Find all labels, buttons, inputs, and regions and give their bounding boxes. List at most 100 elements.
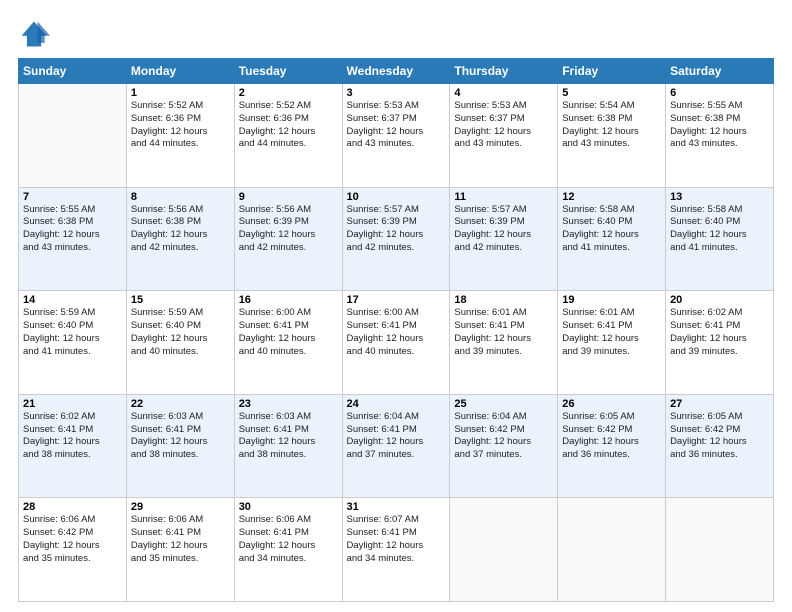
calendar-cell: 7Sunrise: 5:55 AMSunset: 6:38 PMDaylight… xyxy=(19,187,127,291)
day-detail: Sunrise: 6:00 AMSunset: 6:41 PMDaylight:… xyxy=(239,307,338,358)
day-number: 7 xyxy=(23,191,122,203)
calendar-cell: 27Sunrise: 6:05 AMSunset: 6:42 PMDayligh… xyxy=(666,394,774,498)
page: SundayMondayTuesdayWednesdayThursdayFrid… xyxy=(0,0,792,612)
calendar-cell: 22Sunrise: 6:03 AMSunset: 6:41 PMDayligh… xyxy=(126,394,234,498)
day-detail: Sunrise: 6:06 AMSunset: 6:42 PMDaylight:… xyxy=(23,514,122,565)
day-number: 11 xyxy=(454,191,553,203)
calendar-cell: 2Sunrise: 5:52 AMSunset: 6:36 PMDaylight… xyxy=(234,84,342,188)
calendar-cell: 1Sunrise: 5:52 AMSunset: 6:36 PMDaylight… xyxy=(126,84,234,188)
weekday-header: Sunday xyxy=(19,59,127,84)
day-number: 13 xyxy=(670,191,769,203)
calendar-week-row: 21Sunrise: 6:02 AMSunset: 6:41 PMDayligh… xyxy=(19,394,774,498)
calendar-cell: 28Sunrise: 6:06 AMSunset: 6:42 PMDayligh… xyxy=(19,498,127,602)
day-detail: Sunrise: 6:00 AMSunset: 6:41 PMDaylight:… xyxy=(347,307,446,358)
day-detail: Sunrise: 5:53 AMSunset: 6:37 PMDaylight:… xyxy=(347,100,446,151)
day-detail: Sunrise: 5:55 AMSunset: 6:38 PMDaylight:… xyxy=(670,100,769,151)
day-detail: Sunrise: 5:57 AMSunset: 6:39 PMDaylight:… xyxy=(454,204,553,255)
calendar-table: SundayMondayTuesdayWednesdayThursdayFrid… xyxy=(18,58,774,602)
calendar-cell: 29Sunrise: 6:06 AMSunset: 6:41 PMDayligh… xyxy=(126,498,234,602)
day-detail: Sunrise: 5:57 AMSunset: 6:39 PMDaylight:… xyxy=(347,204,446,255)
calendar-cell: 26Sunrise: 6:05 AMSunset: 6:42 PMDayligh… xyxy=(558,394,666,498)
calendar-cell: 4Sunrise: 5:53 AMSunset: 6:37 PMDaylight… xyxy=(450,84,558,188)
calendar-cell: 16Sunrise: 6:00 AMSunset: 6:41 PMDayligh… xyxy=(234,291,342,395)
day-number: 9 xyxy=(239,191,338,203)
weekday-header: Friday xyxy=(558,59,666,84)
day-detail: Sunrise: 6:02 AMSunset: 6:41 PMDaylight:… xyxy=(670,307,769,358)
day-number: 2 xyxy=(239,87,338,99)
calendar-cell: 10Sunrise: 5:57 AMSunset: 6:39 PMDayligh… xyxy=(342,187,450,291)
day-detail: Sunrise: 6:02 AMSunset: 6:41 PMDaylight:… xyxy=(23,411,122,462)
day-detail: Sunrise: 6:04 AMSunset: 6:41 PMDaylight:… xyxy=(347,411,446,462)
day-detail: Sunrise: 6:07 AMSunset: 6:41 PMDaylight:… xyxy=(347,514,446,565)
day-detail: Sunrise: 5:54 AMSunset: 6:38 PMDaylight:… xyxy=(562,100,661,151)
day-detail: Sunrise: 5:59 AMSunset: 6:40 PMDaylight:… xyxy=(23,307,122,358)
calendar-cell: 13Sunrise: 5:58 AMSunset: 6:40 PMDayligh… xyxy=(666,187,774,291)
calendar-cell xyxy=(666,498,774,602)
weekday-header: Wednesday xyxy=(342,59,450,84)
weekday-header: Monday xyxy=(126,59,234,84)
day-number: 23 xyxy=(239,398,338,410)
day-number: 16 xyxy=(239,294,338,306)
day-detail: Sunrise: 6:01 AMSunset: 6:41 PMDaylight:… xyxy=(454,307,553,358)
day-number: 19 xyxy=(562,294,661,306)
calendar-cell: 5Sunrise: 5:54 AMSunset: 6:38 PMDaylight… xyxy=(558,84,666,188)
day-number: 21 xyxy=(23,398,122,410)
day-number: 15 xyxy=(131,294,230,306)
calendar-cell xyxy=(19,84,127,188)
calendar-cell: 9Sunrise: 5:56 AMSunset: 6:39 PMDaylight… xyxy=(234,187,342,291)
calendar-cell: 8Sunrise: 5:56 AMSunset: 6:38 PMDaylight… xyxy=(126,187,234,291)
day-detail: Sunrise: 5:56 AMSunset: 6:39 PMDaylight:… xyxy=(239,204,338,255)
logo-icon xyxy=(18,18,50,50)
day-detail: Sunrise: 6:05 AMSunset: 6:42 PMDaylight:… xyxy=(670,411,769,462)
day-detail: Sunrise: 6:04 AMSunset: 6:42 PMDaylight:… xyxy=(454,411,553,462)
day-detail: Sunrise: 5:52 AMSunset: 6:36 PMDaylight:… xyxy=(239,100,338,151)
day-number: 14 xyxy=(23,294,122,306)
day-detail: Sunrise: 6:03 AMSunset: 6:41 PMDaylight:… xyxy=(239,411,338,462)
weekday-header: Thursday xyxy=(450,59,558,84)
logo xyxy=(18,18,54,50)
calendar-cell: 17Sunrise: 6:00 AMSunset: 6:41 PMDayligh… xyxy=(342,291,450,395)
day-detail: Sunrise: 5:58 AMSunset: 6:40 PMDaylight:… xyxy=(562,204,661,255)
day-number: 12 xyxy=(562,191,661,203)
day-number: 28 xyxy=(23,501,122,513)
day-detail: Sunrise: 6:05 AMSunset: 6:42 PMDaylight:… xyxy=(562,411,661,462)
calendar-week-row: 14Sunrise: 5:59 AMSunset: 6:40 PMDayligh… xyxy=(19,291,774,395)
day-detail: Sunrise: 5:55 AMSunset: 6:38 PMDaylight:… xyxy=(23,204,122,255)
day-number: 25 xyxy=(454,398,553,410)
calendar-cell: 12Sunrise: 5:58 AMSunset: 6:40 PMDayligh… xyxy=(558,187,666,291)
day-number: 29 xyxy=(131,501,230,513)
day-number: 3 xyxy=(347,87,446,99)
calendar-cell: 25Sunrise: 6:04 AMSunset: 6:42 PMDayligh… xyxy=(450,394,558,498)
day-detail: Sunrise: 5:58 AMSunset: 6:40 PMDaylight:… xyxy=(670,204,769,255)
day-number: 1 xyxy=(131,87,230,99)
day-number: 22 xyxy=(131,398,230,410)
weekday-header: Tuesday xyxy=(234,59,342,84)
day-detail: Sunrise: 6:01 AMSunset: 6:41 PMDaylight:… xyxy=(562,307,661,358)
day-number: 24 xyxy=(347,398,446,410)
calendar-cell: 30Sunrise: 6:06 AMSunset: 6:41 PMDayligh… xyxy=(234,498,342,602)
day-number: 4 xyxy=(454,87,553,99)
day-detail: Sunrise: 6:06 AMSunset: 6:41 PMDaylight:… xyxy=(239,514,338,565)
day-detail: Sunrise: 5:56 AMSunset: 6:38 PMDaylight:… xyxy=(131,204,230,255)
calendar-cell: 6Sunrise: 5:55 AMSunset: 6:38 PMDaylight… xyxy=(666,84,774,188)
day-detail: Sunrise: 5:53 AMSunset: 6:37 PMDaylight:… xyxy=(454,100,553,151)
day-number: 10 xyxy=(347,191,446,203)
calendar-cell: 21Sunrise: 6:02 AMSunset: 6:41 PMDayligh… xyxy=(19,394,127,498)
calendar-week-row: 28Sunrise: 6:06 AMSunset: 6:42 PMDayligh… xyxy=(19,498,774,602)
day-number: 6 xyxy=(670,87,769,99)
calendar-cell: 24Sunrise: 6:04 AMSunset: 6:41 PMDayligh… xyxy=(342,394,450,498)
calendar-week-row: 7Sunrise: 5:55 AMSunset: 6:38 PMDaylight… xyxy=(19,187,774,291)
calendar-cell: 19Sunrise: 6:01 AMSunset: 6:41 PMDayligh… xyxy=(558,291,666,395)
day-number: 31 xyxy=(347,501,446,513)
day-number: 18 xyxy=(454,294,553,306)
calendar-cell xyxy=(558,498,666,602)
calendar-cell: 15Sunrise: 5:59 AMSunset: 6:40 PMDayligh… xyxy=(126,291,234,395)
calendar-cell: 18Sunrise: 6:01 AMSunset: 6:41 PMDayligh… xyxy=(450,291,558,395)
calendar-cell: 11Sunrise: 5:57 AMSunset: 6:39 PMDayligh… xyxy=(450,187,558,291)
calendar-cell xyxy=(450,498,558,602)
day-number: 5 xyxy=(562,87,661,99)
day-number: 8 xyxy=(131,191,230,203)
day-detail: Sunrise: 6:06 AMSunset: 6:41 PMDaylight:… xyxy=(131,514,230,565)
day-detail: Sunrise: 6:03 AMSunset: 6:41 PMDaylight:… xyxy=(131,411,230,462)
weekday-header: Saturday xyxy=(666,59,774,84)
